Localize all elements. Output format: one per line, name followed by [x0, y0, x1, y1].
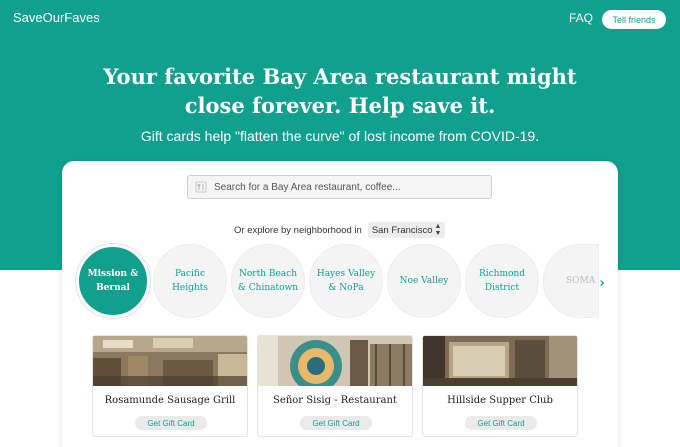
restaurant-photo [423, 336, 577, 386]
neighborhood-label: North Beach [238, 269, 297, 279]
neighborhood-mission-bernal[interactable]: Mission & Bernal [76, 244, 150, 318]
restaurant-name: Hillside Supper Club [447, 395, 553, 406]
restaurant-card[interactable]: Señor Sisig - Restaurant Get Gift Card [257, 335, 413, 437]
hero-headline: Your favorite Bay Area restaurant might … [60, 62, 620, 120]
neighborhood-label: Bernal [96, 283, 130, 293]
chevron-right-icon[interactable]: › [596, 275, 608, 291]
restaurant-photo [258, 336, 412, 386]
headline-line-1: Your favorite Bay Area restaurant might [103, 64, 577, 89]
neighborhood-label: Richmond [478, 269, 525, 279]
neighborhood-label: & Chinatown [237, 283, 299, 293]
select-arrows-icon: ▲ ▼ [434, 223, 442, 237]
neighborhood-richmond-district[interactable]: Richmond District [465, 244, 539, 318]
restaurant-name: Señor Sisig - Restaurant [273, 395, 397, 406]
neighborhood-pacific-heights[interactable]: Pacific Heights [153, 244, 227, 318]
restaurant-utensils-icon [194, 180, 208, 194]
get-gift-card-button[interactable]: Get Gift Card [135, 416, 207, 430]
neighborhood-label: Mission & [87, 269, 139, 279]
brand-logo[interactable]: SaveOurFaves [13, 10, 100, 25]
get-gift-card-button[interactable]: Get Gift Card [465, 416, 537, 430]
search-bar[interactable] [187, 175, 492, 199]
headline-line-2: close forever. Help save it. [184, 93, 496, 118]
get-gift-card-button[interactable]: Get Gift Card [300, 416, 372, 430]
neighborhood-hayes-valley-nopa[interactable]: Hayes Valley & NoPa [309, 244, 383, 318]
restaurant-name: Rosamunde Sausage Grill [104, 395, 236, 406]
neighborhood-label: Noe Valley [399, 276, 449, 286]
neighborhood-north-beach-chinatown[interactable]: North Beach & Chinatown [231, 244, 305, 318]
search-input[interactable] [214, 177, 491, 197]
neighborhood-label: SOMA [566, 276, 596, 286]
neighborhood-label: & NoPa [328, 283, 364, 293]
restaurant-card[interactable]: Rosamunde Sausage Grill Get Gift Card [92, 335, 248, 437]
explore-neighborhood-row: Or explore by neighborhood in San Franci… [234, 222, 446, 238]
city-select-value: San Francisco [371, 224, 433, 236]
restaurant-photo [93, 336, 247, 386]
neighborhood-label: Hayes Valley [316, 269, 376, 279]
city-select[interactable]: San Francisco ▲ ▼ [367, 222, 446, 238]
faq-link[interactable]: FAQ [569, 11, 593, 25]
restaurant-card[interactable]: Hillside Supper Club Get Gift Card [422, 335, 578, 437]
hero-subline: Gift cards help "flatten the curve" of l… [140, 128, 540, 144]
tell-friends-button[interactable]: Tell friends [602, 10, 666, 29]
neighborhood-label: Pacific [175, 269, 205, 279]
explore-label: Or explore by neighborhood in [234, 224, 362, 236]
neighborhood-label: Heights [172, 283, 208, 293]
neighborhood-label: District [484, 283, 520, 293]
neighborhood-noe-valley[interactable]: Noe Valley [387, 244, 461, 318]
